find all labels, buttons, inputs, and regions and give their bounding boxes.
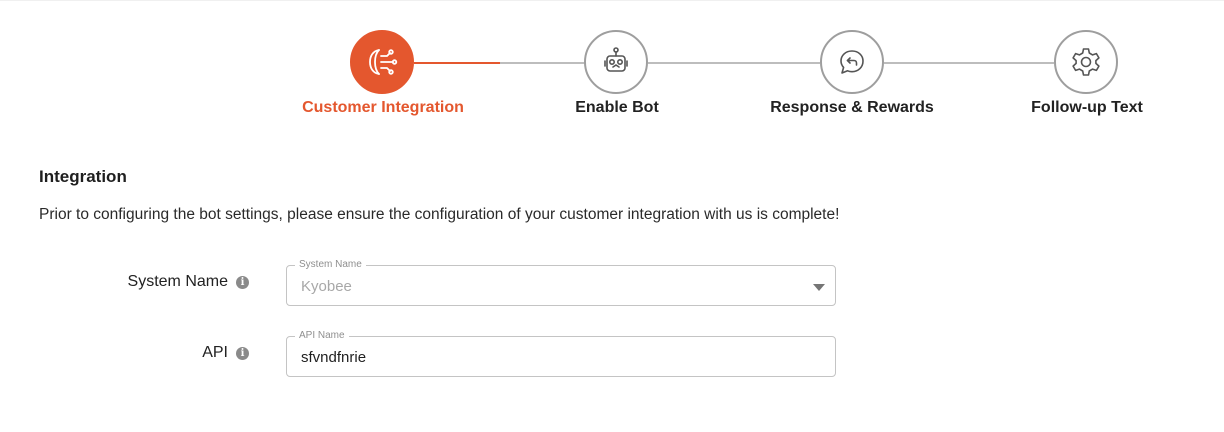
step-label-follow-up-text: Follow-up Text [1031, 99, 1143, 116]
gear-icon [1072, 48, 1100, 76]
system-name-label: System Name [127, 273, 228, 290]
api-name-legend: API Name [295, 330, 349, 342]
api-name-value: sfvndfnrie [301, 349, 367, 366]
stepper-connector [500, 62, 586, 64]
api-label-row: API i [202, 344, 249, 362]
system-name-value: Kyobee [301, 278, 352, 295]
step-label-customer-integration: Customer Integration [302, 99, 464, 116]
stepper-connector-active [414, 62, 500, 64]
step-customer-integration[interactable] [350, 30, 414, 94]
api-label: API [202, 344, 228, 361]
step-response-rewards[interactable] [820, 30, 884, 94]
info-icon[interactable]: i [236, 346, 249, 360]
chevron-down-icon[interactable] [813, 284, 825, 291]
api-name-input[interactable]: API Name sfvndfnrie [286, 330, 836, 377]
step-follow-up-text[interactable] [1054, 30, 1118, 94]
progress-stepper: Customer Integration Enable Bot Response… [0, 0, 1224, 130]
section-description: Prior to configuring the bot settings, p… [39, 206, 840, 223]
section-title: Integration [39, 167, 127, 186]
step-label-response-rewards: Response & Rewards [770, 99, 934, 116]
integration-icon [369, 49, 398, 75]
system-name-label-row: System Name i [128, 273, 249, 291]
stepper-connector [648, 62, 820, 64]
step-label-enable-bot: Enable Bot [575, 99, 659, 116]
stepper-connector [884, 62, 1054, 64]
reply-bubble-icon [840, 50, 864, 74]
info-icon[interactable]: i [236, 275, 249, 289]
step-enable-bot[interactable] [584, 30, 648, 94]
system-name-select[interactable]: System Name Kyobee [286, 259, 836, 306]
robot-icon [604, 47, 628, 72]
system-name-legend: System Name [295, 259, 366, 271]
